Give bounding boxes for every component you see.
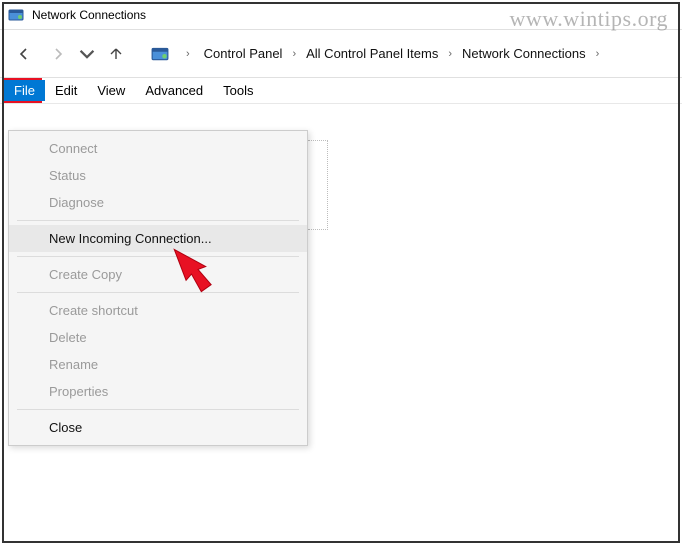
back-button[interactable] [10,40,38,68]
menu-item-create-shortcut[interactable]: Create shortcut [9,297,307,324]
chevron-right-icon: › [182,48,194,60]
menu-item-diagnose[interactable]: Diagnose [9,189,307,216]
breadcrumb-item[interactable]: Control Panel [200,44,287,63]
recent-dropdown[interactable] [78,40,96,68]
watermark-text: www.wintips.org [510,6,668,32]
menu-item-status[interactable]: Status [9,162,307,189]
menu-separator [17,292,299,293]
menu-view[interactable]: View [87,80,135,101]
up-button[interactable] [102,40,130,68]
menu-tools[interactable]: Tools [213,80,263,101]
breadcrumb: Control Panel › All Control Panel Items … [200,44,604,63]
menu-separator [17,409,299,410]
menubar: File Edit View Advanced Tools [0,78,682,104]
navigation-bar: › Control Panel › All Control Panel Item… [0,30,682,78]
forward-button[interactable] [44,40,72,68]
chevron-right-icon: › [592,48,604,60]
file-menu-dropdown: Connect Status Diagnose New Incoming Con… [8,130,308,446]
menu-separator [17,220,299,221]
window-icon [8,7,24,23]
menu-item-rename[interactable]: Rename [9,351,307,378]
address-icon [150,44,170,64]
menu-file[interactable]: File [4,80,45,101]
menu-item-close[interactable]: Close [9,414,307,441]
menu-item-new-incoming-connection[interactable]: New Incoming Connection... [9,225,307,252]
breadcrumb-item[interactable]: All Control Panel Items [302,44,442,63]
chevron-right-icon: › [444,48,456,60]
window-title: Network Connections [32,8,146,22]
chevron-right-icon: › [288,48,300,60]
menu-item-properties[interactable]: Properties [9,378,307,405]
content-placeholder [308,140,328,230]
menu-edit[interactable]: Edit [45,80,87,101]
breadcrumb-item[interactable]: Network Connections [458,44,590,63]
menu-advanced[interactable]: Advanced [135,80,213,101]
menu-item-delete[interactable]: Delete [9,324,307,351]
menu-separator [17,256,299,257]
menu-item-connect[interactable]: Connect [9,135,307,162]
menu-item-create-copy[interactable]: Create Copy [9,261,307,288]
